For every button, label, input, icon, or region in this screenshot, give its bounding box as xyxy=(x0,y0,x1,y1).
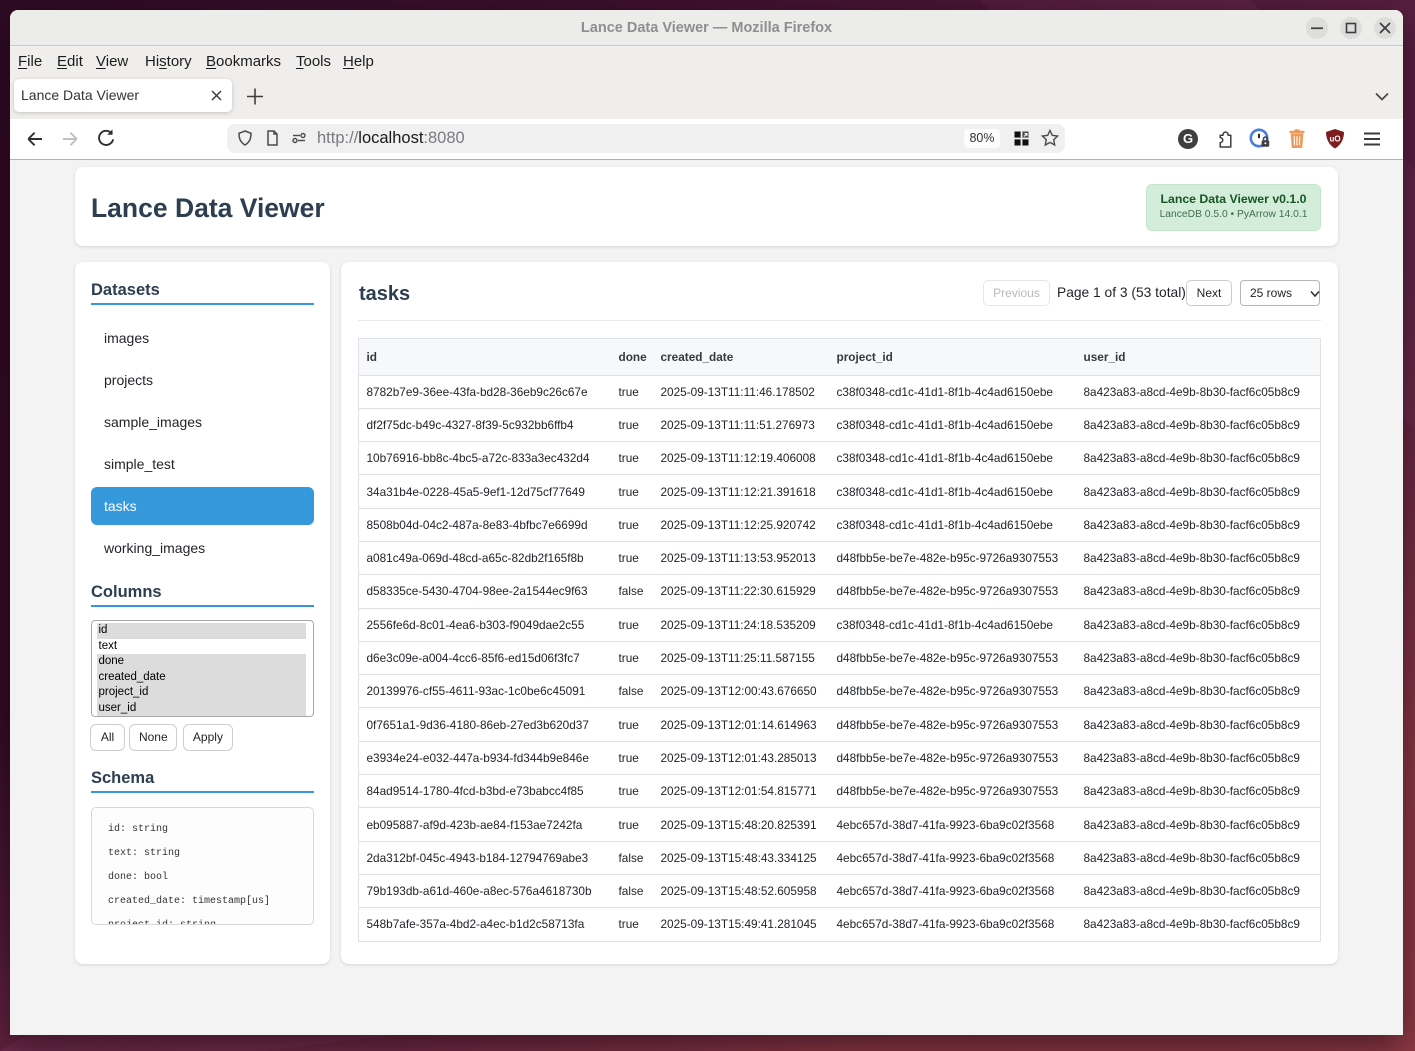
svg-text:uO: uO xyxy=(1329,135,1340,144)
